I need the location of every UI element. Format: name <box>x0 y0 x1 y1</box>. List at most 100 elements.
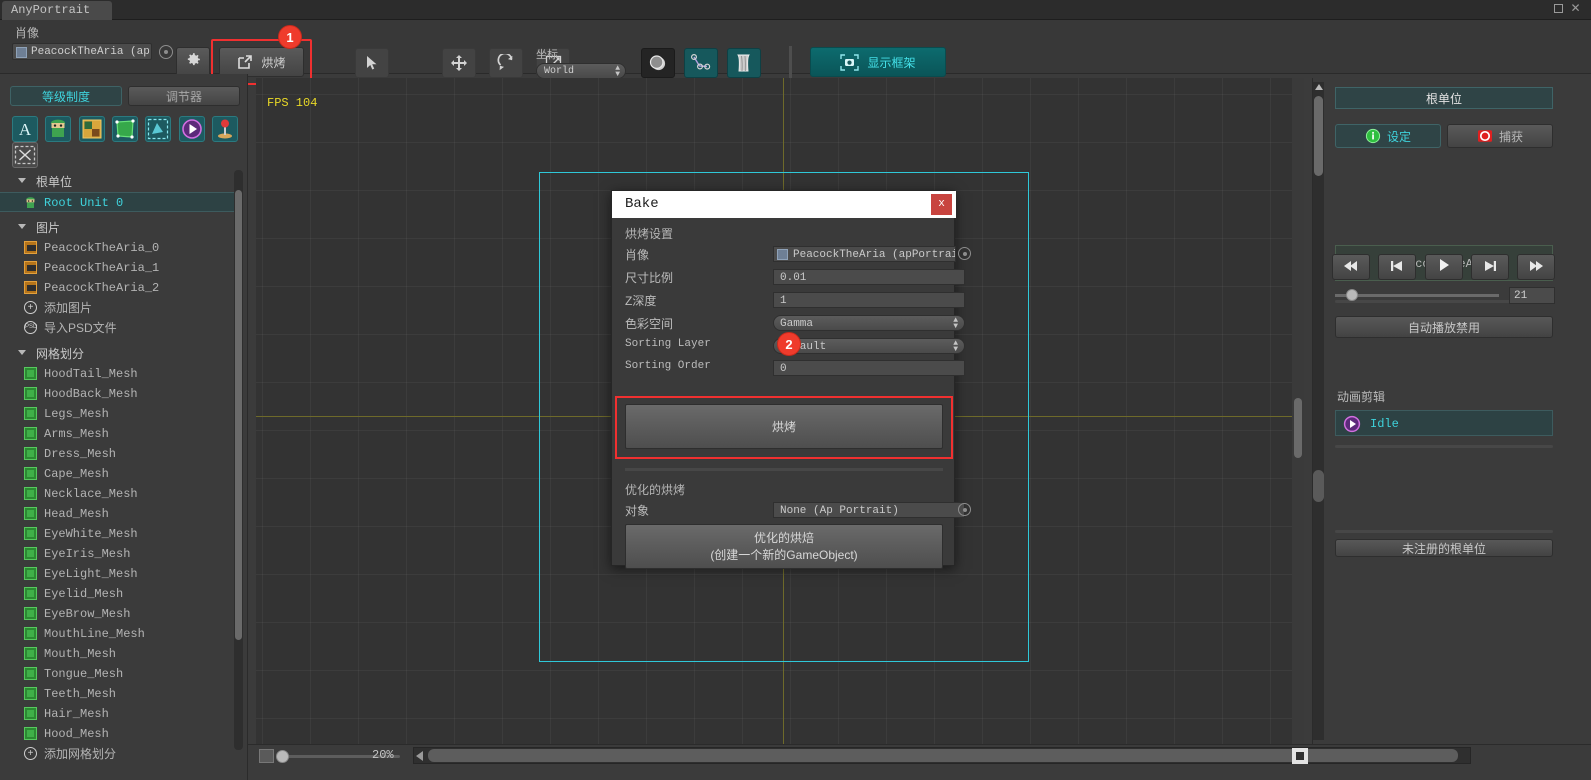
tree-item[interactable]: Teeth_Mesh <box>0 684 236 704</box>
show-frame-button[interactable]: 显示框架 <box>810 47 946 77</box>
field-value-colorspace[interactable]: Gamma ▲ ▼ <box>773 315 965 331</box>
mesh-icon <box>24 607 37 620</box>
tree-item[interactable]: + 添加网格划分 <box>0 744 236 764</box>
tree-item[interactable]: Cape_Mesh <box>0 464 236 484</box>
canvas-vertical-scrollbar[interactable] <box>1292 78 1304 746</box>
physics-tool-button[interactable] <box>727 48 761 78</box>
resize-grip-icon[interactable] <box>1292 748 1308 764</box>
tree-item[interactable]: Dress_Mesh <box>0 444 236 464</box>
zoom-slider-knob[interactable] <box>276 750 289 763</box>
scroll-up-icon[interactable] <box>1315 84 1323 90</box>
tab-hierarchy[interactable]: 等级制度 <box>10 86 122 106</box>
next-frame-button[interactable] <box>1471 254 1510 280</box>
settings-gear-button[interactable] <box>176 47 210 77</box>
tree-group-header[interactable]: 根单位 <box>0 172 236 192</box>
tree-group: 网格划分 HoodTail_Mesh HoodBack_Mesh Legs_Mesh A… <box>0 344 236 764</box>
tree-item[interactable]: Head_Mesh <box>0 504 236 524</box>
frame-value-field[interactable]: 21 <box>1509 287 1555 304</box>
autoplay-toggle-button[interactable]: 自动播放禁用 <box>1335 316 1553 338</box>
coordinate-select[interactable]: World ▲ ▼ <box>536 63 626 79</box>
image-tool-icon[interactable] <box>78 116 105 142</box>
scroll-left-icon[interactable] <box>416 751 423 761</box>
play-button[interactable] <box>1424 254 1463 280</box>
object-picker-icon[interactable] <box>958 247 971 260</box>
optimized-bake-button[interactable]: 优化的烘焙 (创建一个新的GameObject) <box>625 524 943 569</box>
app-tab[interactable]: AnyPortrait <box>2 1 112 20</box>
tree-item-label: 导入PSD文件 <box>44 321 117 335</box>
tree-item[interactable]: HoodTail_Mesh <box>0 364 236 384</box>
unregistered-root-unit-button[interactable]: 未注册的根单位 <box>1335 539 1553 557</box>
field-value-target[interactable]: None (Ap Portrait) <box>773 502 965 518</box>
skip-to-end-button[interactable] <box>1517 254 1556 280</box>
object-thumb-icon <box>777 249 788 260</box>
prev-frame-button[interactable] <box>1378 254 1417 280</box>
tree-item-label: 添加图片 <box>44 301 93 315</box>
tree-item[interactable]: Root Unit 0 <box>0 192 236 212</box>
text-tool-icon[interactable]: A <box>12 116 38 142</box>
mesh-tool-icon[interactable] <box>112 116 139 142</box>
tree-item[interactable]: Hair_Mesh <box>0 704 236 724</box>
canvas-horizontal-scrollbar[interactable] <box>413 747 1471 764</box>
bake-dialog[interactable]: Bake x 烘烤设置 肖像 PeacockTheAria (apPortrai… <box>611 190 971 569</box>
tree-item[interactable]: EyeIris_Mesh <box>0 544 236 564</box>
tree-item[interactable]: HoodBack_Mesh <box>0 384 236 404</box>
tab-settings[interactable]: 设定 <box>1335 124 1441 148</box>
tree-item[interactable]: Hood_Mesh <box>0 724 236 744</box>
tree-item[interactable]: MouthLine_Mesh <box>0 624 236 644</box>
animation-clip-item-idle[interactable]: Idle <box>1335 410 1553 436</box>
tree-item[interactable]: Legs_Mesh <box>0 404 236 424</box>
object-picker-icon[interactable] <box>958 503 971 516</box>
tree-item[interactable]: EyeLight_Mesh <box>0 564 236 584</box>
field-value-zdepth[interactable]: 1 <box>773 292 965 308</box>
tree-item[interactable]: Arms_Mesh <box>0 424 236 444</box>
texture-tool-button[interactable] <box>641 48 675 78</box>
object-picker-icon[interactable] <box>159 44 174 59</box>
frame-slider[interactable] <box>1335 294 1499 297</box>
tree-item[interactable]: EyeBrow_Mesh <box>0 604 236 624</box>
tree-group-header[interactable]: 网格划分 <box>0 344 236 364</box>
tree-item[interactable]: Tongue_Mesh <box>0 664 236 684</box>
tree-item-label: Tongue_Mesh <box>44 667 124 681</box>
chevron-down-icon[interactable] <box>18 350 26 355</box>
right-panel-scrollbar[interactable] <box>1313 82 1324 740</box>
field-value-sorting-layer[interactable]: Default ▲ ▼ <box>773 338 965 354</box>
tree-item[interactable]: Mouth_Mesh <box>0 644 236 664</box>
deselect-icon[interactable] <box>12 142 38 168</box>
close-icon[interactable]: x <box>931 194 952 215</box>
select-tool-button[interactable] <box>355 48 389 78</box>
tree-item[interactable]: Eyelid_Mesh <box>0 584 236 604</box>
field-value-sorting-order[interactable]: 0 <box>773 360 965 376</box>
chevron-down-icon[interactable] <box>18 178 26 183</box>
tree-item[interactable]: PeacockTheAria_1 <box>0 258 236 278</box>
restore-icon[interactable] <box>1554 4 1563 13</box>
right-scroll-thumb-secondary[interactable] <box>1313 470 1324 502</box>
bake-toolbar-button[interactable]: 烘烤 <box>219 47 304 77</box>
tree-item[interactable]: EyeWhite_Mesh <box>0 524 236 544</box>
tab-modifier[interactable]: 调节器 <box>128 86 240 106</box>
plus-circle-icon: + <box>24 747 37 760</box>
tree-item[interactable]: PeacockTheAria_2 <box>0 278 236 298</box>
tree-group-header[interactable]: 图片 <box>0 218 236 238</box>
character-icon[interactable] <box>45 116 72 142</box>
portrait-object-field[interactable]: PeacockTheAria (ap <box>12 43 152 60</box>
field-value-portrait[interactable]: PeacockTheAria (apPortrait <box>773 246 956 262</box>
tree-item[interactable]: + 添加图片 <box>0 298 236 318</box>
close-icon[interactable]: ✕ <box>1570 2 1581 14</box>
chevron-down-icon[interactable] <box>18 224 26 229</box>
tab-capture[interactable]: 捕获 <box>1447 124 1553 148</box>
fit-to-view-icon[interactable] <box>259 749 274 763</box>
bone-tool-button[interactable] <box>684 48 718 78</box>
rotate-tool-button[interactable] <box>489 48 523 78</box>
animation-icon[interactable] <box>178 116 205 142</box>
field-value-scale[interactable]: 0.01 <box>773 269 965 285</box>
left-panel-scrollbar[interactable] <box>234 170 243 750</box>
tree-item[interactable]: PeacockTheAria_0 <box>0 238 236 258</box>
tree-item[interactable]: PSD 导入PSD文件 <box>0 318 236 338</box>
mesh-group-icon[interactable] <box>145 116 172 142</box>
frame-slider-knob[interactable] <box>1346 289 1358 301</box>
move-tool-button[interactable] <box>442 48 476 78</box>
control-param-icon[interactable] <box>212 116 239 142</box>
right-scroll-thumb[interactable] <box>1314 96 1323 176</box>
skip-to-start-button[interactable] <box>1332 254 1370 280</box>
tree-item[interactable]: Necklace_Mesh <box>0 484 236 504</box>
